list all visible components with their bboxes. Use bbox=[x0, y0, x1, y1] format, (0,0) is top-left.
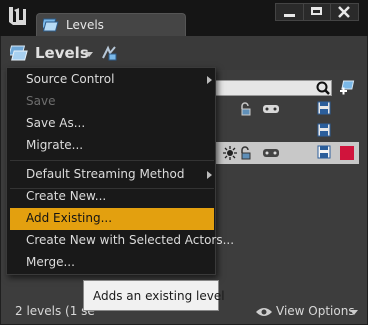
streaming-wizard-icon[interactable] bbox=[101, 45, 117, 61]
levels-tab-icon bbox=[40, 18, 59, 32]
menu-item-label: Migrate... bbox=[26, 138, 84, 152]
menu-item-label: Default Streaming Method bbox=[26, 167, 185, 181]
tooltip-text: Adds an existing level bbox=[93, 289, 225, 303]
lock-icon[interactable] bbox=[239, 102, 253, 116]
unreal-engine-logo-icon bbox=[5, 4, 29, 28]
menu-item-label: Save As... bbox=[26, 116, 86, 130]
menu-item-label: Merge... bbox=[26, 255, 75, 269]
gamepad-icon[interactable] bbox=[262, 103, 280, 117]
save-icon[interactable] bbox=[317, 145, 331, 159]
level-row-selected[interactable] bbox=[214, 142, 359, 164]
window-controls bbox=[275, 3, 359, 21]
chevron-down-icon bbox=[350, 310, 358, 315]
menu-item-source-control[interactable]: Source Control bbox=[10, 69, 214, 91]
tab-levels[interactable]: Levels bbox=[36, 13, 186, 36]
eye-icon[interactable] bbox=[255, 306, 273, 318]
level-list bbox=[214, 98, 359, 168]
menu-separator bbox=[10, 160, 214, 161]
menu-item-label: Create New with Selected Actors... bbox=[26, 233, 235, 247]
chevron-right-icon bbox=[207, 76, 212, 84]
gamepad-icon[interactable] bbox=[262, 147, 280, 161]
menu-item-label: Create New... bbox=[26, 189, 107, 203]
chevron-down-icon bbox=[85, 52, 93, 57]
maximize-button[interactable] bbox=[303, 4, 332, 20]
level-color-swatch[interactable] bbox=[340, 146, 354, 160]
sun-icon[interactable] bbox=[223, 146, 237, 160]
minimize-button[interactable] bbox=[276, 4, 304, 20]
menu-item-create-new-with-selected-actors[interactable]: Create New with Selected Actors... bbox=[10, 230, 234, 252]
save-icon[interactable] bbox=[317, 123, 331, 137]
minimize-icon bbox=[284, 14, 295, 17]
close-icon bbox=[337, 5, 351, 22]
level-row[interactable] bbox=[214, 98, 359, 120]
view-options-button[interactable]: View Options bbox=[276, 304, 355, 318]
search-icon[interactable] bbox=[315, 80, 331, 96]
levels-toolbar: Levels bbox=[1, 36, 367, 70]
menu-item-label: Save bbox=[26, 94, 56, 108]
save-icon[interactable] bbox=[317, 101, 331, 115]
menu-item-create-new[interactable]: Create New... bbox=[10, 186, 214, 208]
menu-item-save-as[interactable]: Save As... bbox=[10, 113, 214, 135]
lock-icon[interactable] bbox=[239, 146, 253, 160]
close-button[interactable] bbox=[331, 4, 359, 22]
level-row[interactable] bbox=[214, 120, 359, 142]
menu-item-label: Add Existing... bbox=[26, 211, 113, 225]
add-level-icon[interactable] bbox=[338, 79, 356, 97]
levels-stack-icon bbox=[8, 44, 32, 62]
window-title-bar: Levels bbox=[0, 0, 368, 36]
maximize-icon bbox=[310, 7, 322, 15]
levels-menu-button[interactable]: Levels bbox=[35, 44, 89, 62]
menu-item-migrate[interactable]: Migrate... bbox=[10, 135, 214, 157]
menu-item-save: Save bbox=[10, 91, 214, 113]
menu-item-default-streaming-method[interactable]: Default Streaming Method bbox=[10, 164, 214, 186]
tab-title: Levels bbox=[66, 18, 104, 32]
menu-item-merge[interactable]: Merge... bbox=[10, 252, 214, 274]
tooltip: Adds an existing level bbox=[83, 280, 225, 311]
menu-item-add-existing[interactable]: Add Existing... bbox=[10, 208, 214, 230]
menu-item-label: Source Control bbox=[26, 72, 115, 86]
chevron-right-icon bbox=[207, 171, 212, 179]
levels-dropdown-menu: Source Control Save Save As... Migrate..… bbox=[6, 67, 234, 275]
